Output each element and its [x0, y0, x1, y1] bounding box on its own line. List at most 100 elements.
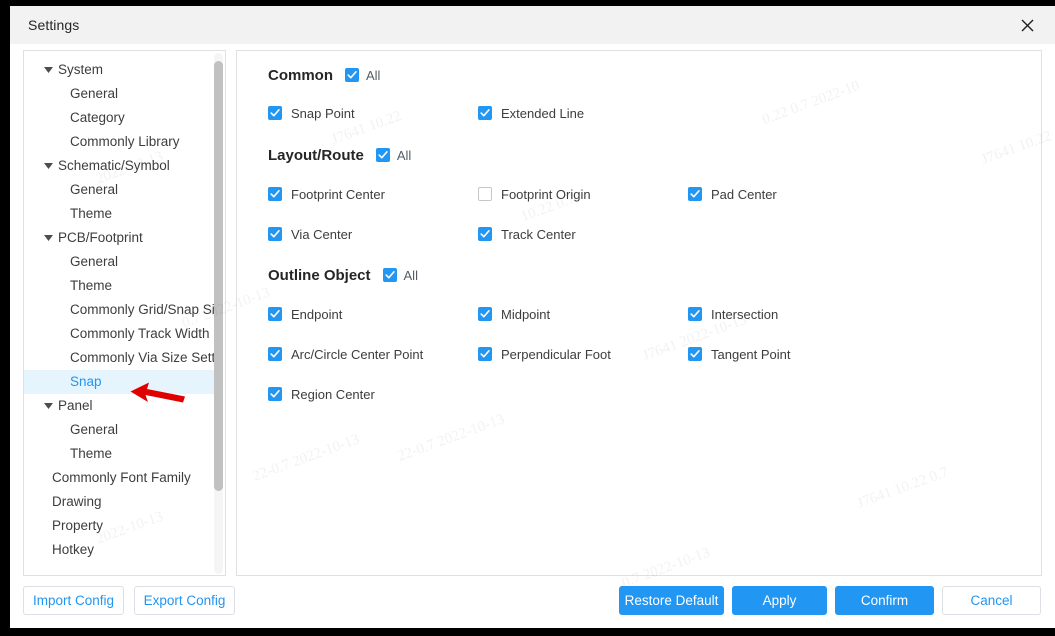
desktop-background: Settings System General Category Commonly L…	[0, 0, 1055, 636]
restore-default-button[interactable]: Restore Default	[619, 586, 724, 615]
checkbox-via-center[interactable]: Via Center	[268, 225, 352, 243]
sidebar-item-general[interactable]: General	[24, 178, 214, 202]
close-icon	[1021, 19, 1034, 32]
checkbox-indicator	[478, 347, 492, 361]
select-all-label: All	[403, 267, 418, 283]
section-header-layout-route: Layout/Route All	[268, 145, 411, 165]
sidebar-item-theme[interactable]: Theme	[24, 274, 214, 298]
checkbox-label: Midpoint	[501, 306, 551, 322]
sidebar-item-label: System	[58, 62, 104, 77]
checkbox-extended-line[interactable]: Extended Line	[478, 104, 584, 122]
checkbox-arc-circle-center-point[interactable]: Arc/Circle Center Point	[268, 345, 423, 363]
section-title: Common	[268, 66, 333, 84]
checkbox-footprint-center[interactable]: Footprint Center	[268, 185, 385, 203]
checkbox-label: Tangent Point	[711, 346, 791, 362]
sidebar-item-label: Theme	[70, 206, 113, 221]
sidebar-item-label: Commonly Via Size Setting	[70, 350, 214, 365]
sidebar-scrollbar-track[interactable]	[214, 53, 223, 574]
sidebar-item-label: Commonly Font Family	[52, 470, 191, 485]
snap-settings-panel: Common All Snap Point Extended Line Layout/R…	[236, 50, 1042, 576]
chevron-down-icon	[42, 394, 54, 418]
checkbox-perpendicular-foot[interactable]: Perpendicular Foot	[478, 345, 611, 363]
sidebar-item-label: PCB/Footprint	[58, 230, 143, 245]
sidebar-item-general[interactable]: General	[24, 82, 214, 106]
checkbox-label: Extended Line	[501, 105, 585, 121]
sidebar-item-label: Hotkey	[52, 542, 95, 557]
checkbox-label: Via Center	[291, 226, 353, 242]
select-all-checkbox[interactable]: All	[345, 68, 380, 83]
section-title: Layout/Route	[268, 146, 364, 164]
sidebar-item-label: Commonly Library	[70, 134, 180, 149]
checkbox-pad-center[interactable]: Pad Center	[688, 185, 777, 203]
checkbox-label: Region Center	[291, 386, 375, 402]
sidebar-item-commonly-library[interactable]: Commonly Library	[24, 130, 214, 154]
sidebar-item-label: Commonly Grid/Snap Size Setting	[70, 302, 214, 317]
sidebar-item-schematic-symbol[interactable]: Schematic/Symbol	[24, 154, 214, 178]
checkbox-label: Footprint Origin	[501, 186, 591, 202]
sidebar-item-theme[interactable]: Theme	[24, 442, 214, 466]
checkbox-label: Intersection	[711, 306, 779, 322]
sidebar-item-system[interactable]: System	[24, 58, 214, 82]
select-all-checkbox[interactable]: All	[375, 147, 412, 163]
sidebar-item-label: Property	[52, 518, 104, 533]
checkbox-snap-point[interactable]: Snap Point	[268, 104, 355, 122]
checkbox-indicator	[268, 106, 282, 120]
select-all-label: All	[396, 147, 412, 163]
checkbox-midpoint[interactable]: Midpoint	[478, 305, 550, 323]
sidebar-item-label: Snap	[70, 374, 102, 389]
sidebar-item-general[interactable]: General	[24, 418, 214, 442]
sidebar-item-label: Category	[70, 110, 125, 125]
sidebar-item-panel[interactable]: Panel	[24, 394, 214, 418]
checkbox-indicator	[382, 268, 397, 282]
checkbox-indicator	[375, 148, 390, 162]
sidebar-item-snap[interactable]: Snap	[24, 370, 214, 394]
checkbox-indicator	[478, 106, 492, 120]
checkbox-label: Track Center	[501, 226, 576, 242]
checkbox-indicator	[268, 387, 282, 401]
sidebar-item-theme[interactable]: Theme	[24, 202, 214, 226]
sidebar-item-commonly-font-family[interactable]: Commonly Font Family	[24, 466, 214, 490]
sidebar-item-label: Theme	[70, 446, 113, 461]
dialog-title: Settings	[28, 17, 80, 33]
checkbox-label: Snap Point	[291, 105, 355, 121]
sidebar-item-label: Schematic/Symbol	[58, 158, 170, 173]
section-header-common: Common All	[268, 65, 380, 85]
checkbox-intersection[interactable]: Intersection	[688, 305, 778, 323]
checkbox-endpoint[interactable]: Endpoint	[268, 305, 342, 323]
sidebar-item-label: Theme	[70, 278, 113, 293]
apply-button[interactable]: Apply	[732, 586, 827, 615]
sidebar-item-commonly-grid-snap-size-setting[interactable]: Commonly Grid/Snap Size Setting	[24, 298, 214, 322]
checkbox-indicator	[688, 187, 702, 201]
checkbox-region-center[interactable]: Region Center	[268, 385, 375, 403]
confirm-button[interactable]: Confirm	[835, 586, 934, 615]
sidebar-item-commonly-via-size-setting[interactable]: Commonly Via Size Setting	[24, 346, 214, 370]
sidebar-item-hotkey[interactable]: Hotkey	[24, 538, 214, 562]
sidebar-item-commonly-track-width-setting[interactable]: Commonly Track Width Setting	[24, 322, 214, 346]
checkbox-footprint-origin[interactable]: Footprint Origin	[478, 185, 591, 203]
select-all-checkbox[interactable]: All	[382, 267, 418, 283]
dialog-footer: Import Config Export Config Restore Defa…	[10, 584, 1055, 628]
checkbox-track-center[interactable]: Track Center	[478, 225, 576, 243]
checkbox-indicator	[268, 347, 282, 361]
sidebar-item-property[interactable]: Property	[24, 514, 214, 538]
close-button[interactable]	[1005, 6, 1049, 44]
checkbox-indicator	[345, 68, 359, 82]
sidebar-item-general[interactable]: General	[24, 250, 214, 274]
section-header-outline-object: Outline Object All	[268, 265, 418, 285]
cancel-button[interactable]: Cancel	[942, 586, 1041, 615]
checkbox-tangent-point[interactable]: Tangent Point	[688, 345, 791, 363]
sidebar-item-label: Commonly Track Width Setting	[70, 326, 214, 341]
checkbox-indicator	[478, 227, 492, 241]
import-config-button[interactable]: Import Config	[23, 586, 124, 615]
sidebar-item-label: General	[70, 254, 119, 269]
sidebar-item-drawing[interactable]: Drawing	[24, 490, 214, 514]
sidebar-item-category[interactable]: Category	[24, 106, 214, 130]
sidebar-item-label: General	[70, 182, 119, 197]
settings-sidebar[interactable]: System General Category Commonly Library Sch…	[23, 50, 226, 576]
sidebar-item-pcb-footprint[interactable]: PCB/Footprint	[24, 226, 214, 250]
checkbox-indicator	[268, 227, 282, 241]
sidebar-scrollbar-thumb[interactable]	[214, 61, 223, 491]
export-config-button[interactable]: Export Config	[134, 586, 235, 615]
checkbox-indicator	[268, 307, 282, 321]
settings-tree: System General Category Commonly Library Sch…	[24, 58, 214, 562]
